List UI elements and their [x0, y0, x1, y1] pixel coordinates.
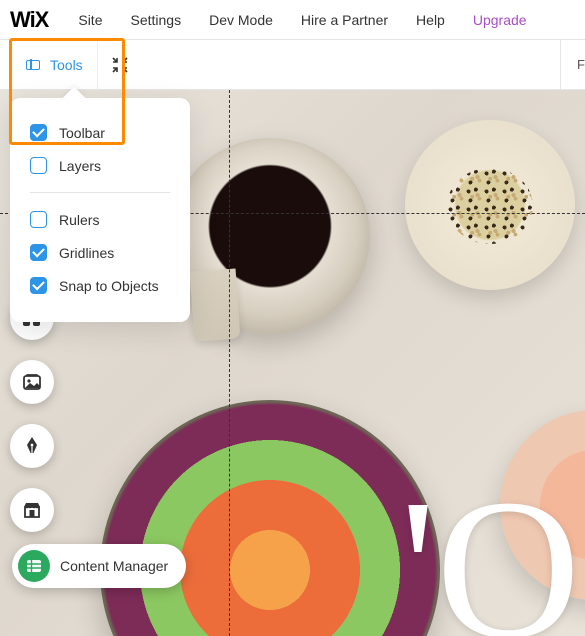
content-manager-label: Content Manager — [60, 558, 168, 574]
tools-dropdown: Toolbar Layers Rulers Gridlines Snap to … — [10, 98, 190, 322]
tools-item-gridlines[interactable]: Gridlines — [10, 236, 190, 269]
editor-toolbar: Tools F — [0, 40, 585, 90]
checkbox-snap[interactable] — [30, 277, 47, 294]
pen-tool-button[interactable] — [10, 424, 54, 468]
tools-item-snap[interactable]: Snap to Objects — [10, 269, 190, 302]
menu-dev-mode[interactable]: Dev Mode — [197, 6, 285, 34]
menu-help[interactable]: Help — [404, 6, 457, 34]
tools-item-toolbar[interactable]: Toolbar — [10, 116, 190, 149]
layout-icon — [26, 60, 40, 70]
my-business-button[interactable] — [10, 488, 54, 532]
content-manager-button[interactable]: Content Manager — [12, 544, 186, 588]
menu-settings[interactable]: Settings — [118, 6, 193, 34]
tools-item-label: Gridlines — [59, 245, 114, 261]
pen-nib-icon — [21, 435, 43, 457]
store-icon — [21, 499, 43, 521]
image-bowl-poke — [100, 400, 440, 636]
tools-item-label: Layers — [59, 158, 101, 174]
image-bowl-shrimp — [500, 410, 585, 600]
image-icon — [21, 371, 43, 393]
tools-label: Tools — [50, 57, 83, 73]
checkbox-layers[interactable] — [30, 157, 47, 174]
left-sidebar-tools — [10, 296, 54, 532]
tools-item-label: Rulers — [59, 212, 99, 228]
checkbox-rulers[interactable] — [30, 211, 47, 228]
collapse-arrows-icon[interactable] — [102, 40, 138, 90]
tools-item-label: Toolbar — [59, 125, 105, 141]
menu-hire-partner[interactable]: Hire a Partner — [289, 6, 400, 34]
image-bowl-sesame — [405, 120, 575, 290]
right-panel-peek[interactable]: F — [560, 40, 585, 90]
wix-logo[interactable]: WiX — [10, 7, 48, 33]
checkbox-toolbar[interactable] — [30, 124, 47, 141]
divider — [30, 192, 170, 193]
image-bowl-soy — [170, 138, 370, 334]
checkbox-gridlines[interactable] — [30, 244, 47, 261]
database-icon — [18, 550, 50, 582]
tools-item-rulers[interactable]: Rulers — [10, 203, 190, 236]
top-menu-bar: WiX Site Settings Dev Mode Hire a Partne… — [0, 0, 585, 40]
menu-site[interactable]: Site — [66, 6, 114, 34]
menu-upgrade[interactable]: Upgrade — [461, 6, 539, 34]
tools-item-layers[interactable]: Layers — [10, 149, 190, 182]
gridline-vertical — [229, 90, 230, 636]
tools-dropdown-trigger[interactable]: Tools — [12, 40, 98, 90]
tools-item-label: Snap to Objects — [59, 278, 159, 294]
media-button[interactable] — [10, 360, 54, 404]
